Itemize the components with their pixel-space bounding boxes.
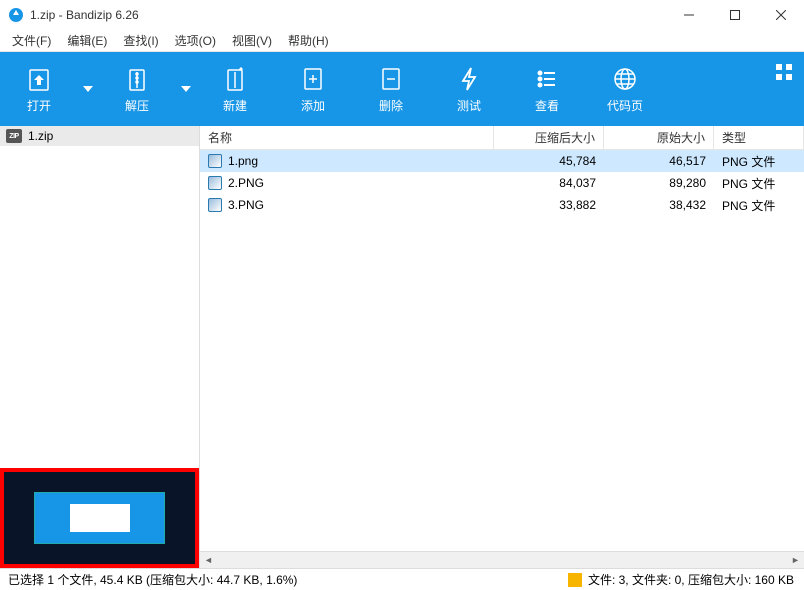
cell-name: 1.png bbox=[200, 154, 494, 168]
cell-original: 38,432 bbox=[604, 198, 714, 212]
delete-label: 删除 bbox=[379, 97, 403, 114]
status-bar: 已选择 1 个文件, 45.4 KB (压缩包大小: 44.7 KB, 1.6%… bbox=[0, 568, 804, 590]
open-icon bbox=[25, 65, 53, 93]
tree-root-label: 1.zip bbox=[28, 129, 53, 143]
test-icon bbox=[455, 65, 483, 93]
main-pane: 名称 压缩后大小 原始大小 类型 1.png45,78446,517PNG 文件… bbox=[200, 126, 804, 568]
file-list[interactable]: 1.png45,78446,517PNG 文件2.PNG84,03789,280… bbox=[200, 150, 804, 551]
menu-view[interactable]: 视图(V) bbox=[224, 30, 280, 51]
preview-thumbnail bbox=[34, 492, 165, 544]
open-dropdown[interactable] bbox=[78, 52, 98, 126]
open-button[interactable]: 打开 bbox=[0, 52, 78, 126]
view-button[interactable]: 查看 bbox=[508, 52, 586, 126]
image-file-icon bbox=[208, 198, 222, 212]
extract-dropdown[interactable] bbox=[176, 52, 196, 126]
test-label: 测试 bbox=[457, 97, 481, 114]
menu-help[interactable]: 帮助(H) bbox=[280, 30, 337, 51]
column-headers: 名称 压缩后大小 原始大小 类型 bbox=[200, 126, 804, 150]
status-archive-icon bbox=[568, 573, 582, 587]
view-label: 查看 bbox=[535, 97, 559, 114]
toolbar-apps-icon[interactable] bbox=[774, 62, 794, 82]
column-type[interactable]: 类型 bbox=[714, 126, 804, 150]
table-row[interactable]: 2.PNG 84,03789,280PNG 文件 bbox=[200, 172, 804, 194]
preview-pane[interactable] bbox=[0, 468, 199, 568]
add-button[interactable]: 添加 bbox=[274, 52, 352, 126]
toolbar: 打开 解压 新建 添加 删除 测试 查看 代码页 bbox=[0, 52, 804, 126]
codepage-button[interactable]: 代码页 bbox=[586, 52, 664, 126]
scroll-right-icon[interactable]: ► bbox=[787, 552, 804, 569]
menubar: 文件(F) 编辑(E) 查找(I) 选项(O) 视图(V) 帮助(H) bbox=[0, 30, 804, 52]
open-label: 打开 bbox=[27, 97, 51, 114]
app-icon bbox=[8, 7, 24, 23]
body: ZIP 1.zip 名称 压缩后大小 原始大小 类型 1.png 45,78446… bbox=[0, 126, 804, 568]
test-button[interactable]: 测试 bbox=[430, 52, 508, 126]
close-button[interactable] bbox=[758, 0, 804, 30]
view-icon bbox=[533, 65, 561, 93]
file-name: 3.PNG bbox=[228, 198, 264, 212]
minimize-button[interactable] bbox=[666, 0, 712, 30]
new-icon bbox=[221, 65, 249, 93]
menu-file[interactable]: 文件(F) bbox=[4, 30, 59, 51]
sidebar: ZIP 1.zip bbox=[0, 126, 200, 568]
codepage-label: 代码页 bbox=[607, 97, 643, 114]
cell-type: PNG 文件 bbox=[714, 175, 804, 192]
status-right: 文件: 3, 文件夹: 0, 压缩包大小: 160 KB bbox=[588, 571, 804, 588]
zip-icon: ZIP bbox=[6, 129, 22, 143]
new-label: 新建 bbox=[223, 97, 247, 114]
delete-icon bbox=[377, 65, 405, 93]
file-name: 1.png bbox=[228, 154, 258, 168]
preview-thumbnail-detail bbox=[70, 504, 130, 532]
cell-compressed: 45,784 bbox=[494, 154, 604, 168]
extract-button[interactable]: 解压 bbox=[98, 52, 176, 126]
cell-compressed: 84,037 bbox=[494, 176, 604, 190]
table-row[interactable]: 1.png 45,78446,517PNG 文件 bbox=[200, 150, 804, 172]
globe-icon bbox=[611, 65, 639, 93]
delete-button[interactable]: 删除 bbox=[352, 52, 430, 126]
scroll-left-icon[interactable]: ◄ bbox=[200, 552, 217, 569]
image-file-icon bbox=[208, 154, 222, 168]
cell-type: PNG 文件 bbox=[714, 197, 804, 214]
status-left: 已选择 1 个文件, 45.4 KB (压缩包大小: 44.7 KB, 1.6%… bbox=[0, 571, 560, 588]
menu-edit[interactable]: 编辑(E) bbox=[59, 30, 115, 51]
column-original[interactable]: 原始大小 bbox=[604, 126, 714, 150]
titlebar: 1.zip - Bandizip 6.26 bbox=[0, 0, 804, 30]
maximize-button[interactable] bbox=[712, 0, 758, 30]
cell-compressed: 33,882 bbox=[494, 198, 604, 212]
column-name[interactable]: 名称 bbox=[200, 126, 494, 150]
extract-icon bbox=[123, 65, 151, 93]
add-icon bbox=[299, 65, 327, 93]
horizontal-scrollbar[interactable]: ◄ ► bbox=[200, 551, 804, 568]
cell-type: PNG 文件 bbox=[714, 153, 804, 170]
image-file-icon bbox=[208, 176, 222, 190]
cell-name: 2.PNG bbox=[200, 176, 494, 190]
archive-tree[interactable]: ZIP 1.zip bbox=[0, 126, 199, 468]
menu-options[interactable]: 选项(O) bbox=[167, 30, 224, 51]
tree-root[interactable]: ZIP 1.zip bbox=[0, 126, 199, 146]
add-label: 添加 bbox=[301, 97, 325, 114]
new-button[interactable]: 新建 bbox=[196, 52, 274, 126]
extract-label: 解压 bbox=[125, 97, 149, 114]
table-row[interactable]: 3.PNG 33,88238,432PNG 文件 bbox=[200, 194, 804, 216]
window-title: 1.zip - Bandizip 6.26 bbox=[30, 8, 666, 22]
cell-original: 46,517 bbox=[604, 154, 714, 168]
column-compressed[interactable]: 压缩后大小 bbox=[494, 126, 604, 150]
cell-original: 89,280 bbox=[604, 176, 714, 190]
cell-name: 3.PNG bbox=[200, 198, 494, 212]
file-name: 2.PNG bbox=[228, 176, 264, 190]
menu-find[interactable]: 查找(I) bbox=[115, 30, 166, 51]
